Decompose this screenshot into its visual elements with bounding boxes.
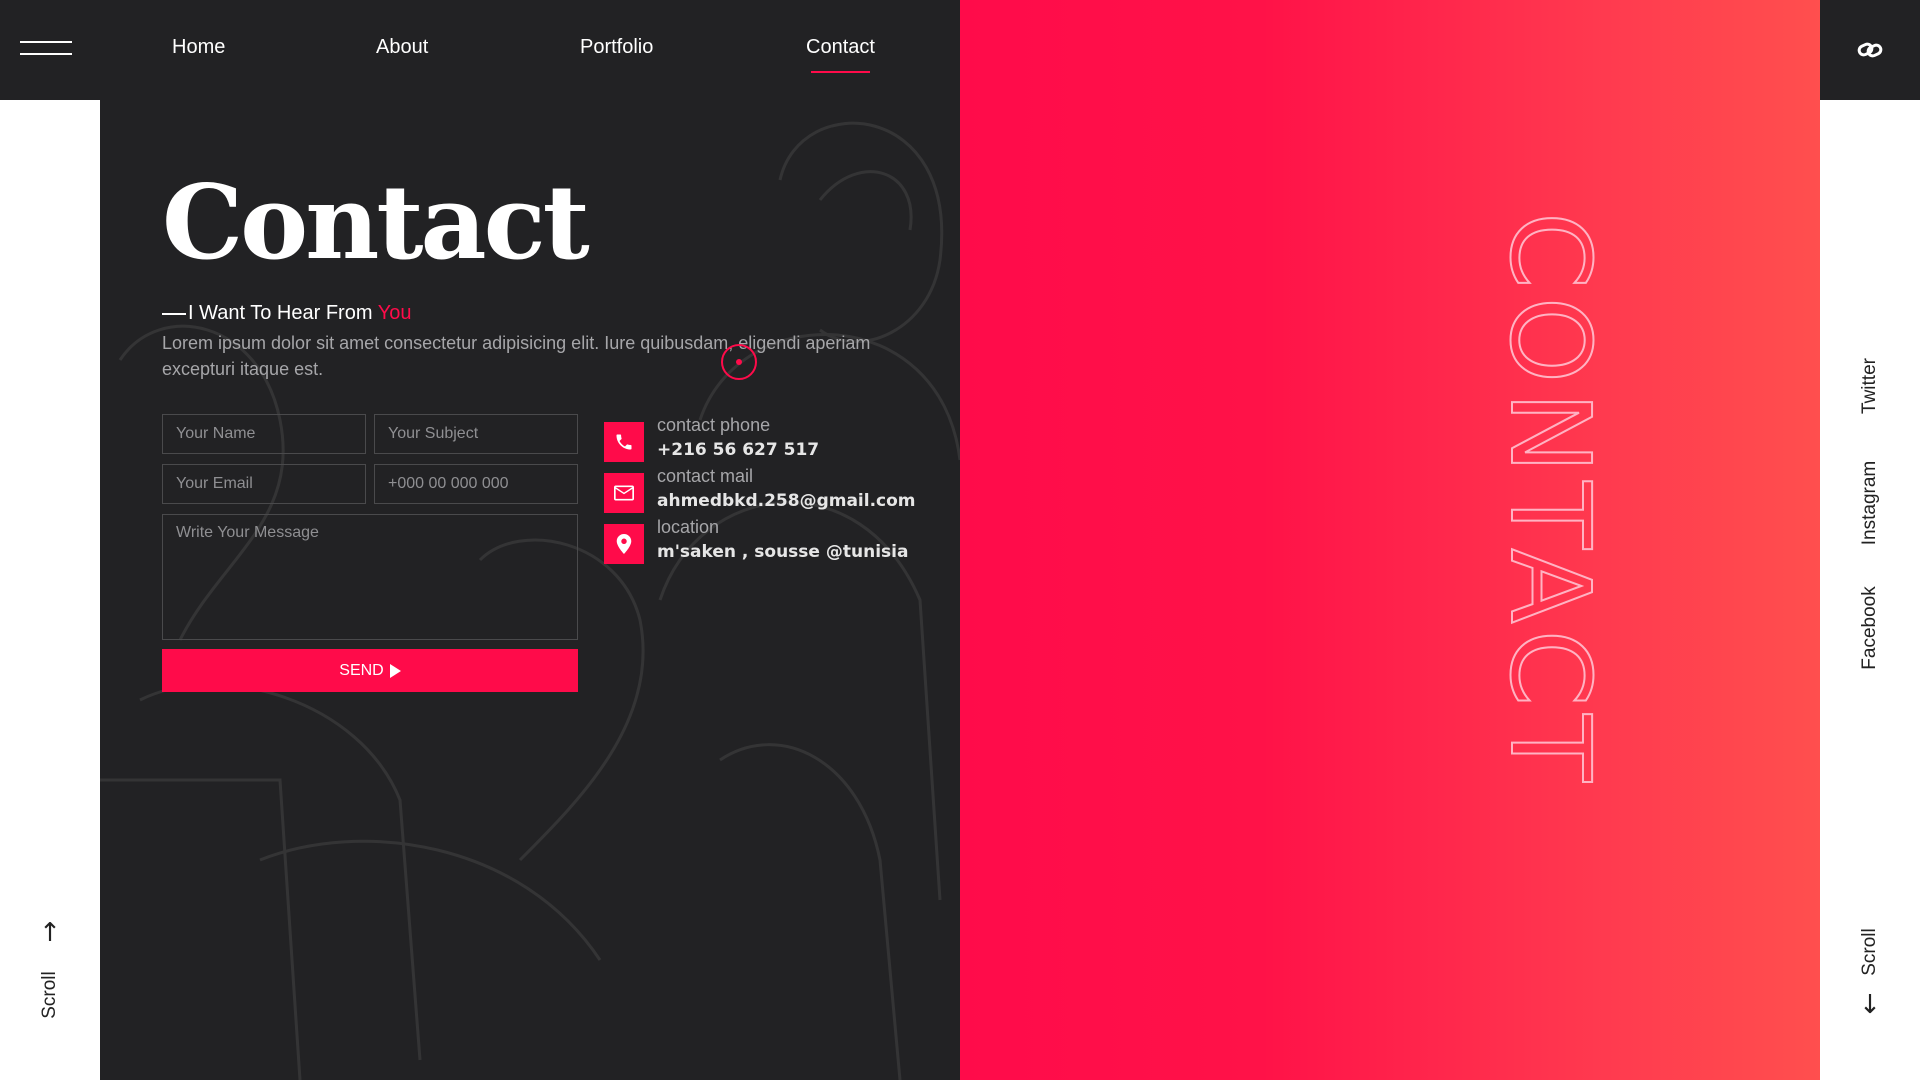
- send-button[interactable]: SEND: [162, 649, 578, 692]
- right-rail: Twitter Instagram Facebook Scroll ↓: [1820, 0, 1920, 1080]
- nav-contact[interactable]: Contact: [806, 36, 875, 73]
- subtitle-text: I Want To Hear From: [188, 302, 378, 324]
- scroll-label-right: Scroll: [1859, 928, 1880, 976]
- cursor-dot: [736, 359, 742, 365]
- subject-input[interactable]: [374, 414, 578, 454]
- send-label: SEND: [339, 661, 384, 679]
- phone-value[interactable]: +216 56 627 517: [657, 440, 819, 460]
- outline-word-svg: CONTACT: [1485, 211, 1615, 791]
- vertical-outline-word: CONTACT: [1485, 211, 1615, 862]
- left-rail: ↑ Scroll: [0, 0, 100, 1080]
- gradient-panel: CONTACT: [960, 0, 1820, 1080]
- message-textarea[interactable]: [162, 514, 578, 640]
- email-input[interactable]: [162, 464, 366, 504]
- section-subtitle: I Want To Hear From You: [162, 302, 411, 325]
- phone-input[interactable]: [374, 464, 578, 504]
- name-input[interactable]: [162, 414, 366, 454]
- mail-label: contact mail: [657, 466, 754, 486]
- location-value: m'saken , sousse @tunisia: [657, 542, 909, 562]
- subtitle-dash: [162, 312, 186, 315]
- subtitle-accent: You: [377, 302, 412, 324]
- intro-paragraph: Lorem ipsum dolor sit amet consectetur a…: [162, 333, 871, 379]
- scroll-label-left: Scroll: [39, 971, 60, 1019]
- link-icon: [1857, 42, 1883, 58]
- play-icon: [389, 663, 401, 678]
- nav-about[interactable]: About: [376, 36, 428, 59]
- menu-button[interactable]: [0, 0, 100, 100]
- top-nav: Home About Portfolio Contact: [100, 36, 960, 76]
- phone-icon: [604, 422, 644, 462]
- mail-value[interactable]: ahmedbkd.258@gmail.com: [657, 491, 916, 511]
- hamburger-menu-icon: [20, 41, 72, 55]
- scroll-up-control[interactable]: ↑ Scroll: [30, 920, 70, 1040]
- nav-portfolio[interactable]: Portfolio: [580, 36, 653, 59]
- phone-label: contact phone: [657, 415, 771, 435]
- facebook-link[interactable]: Facebook: [1859, 586, 1881, 669]
- scroll-down-control[interactable]: Scroll ↓: [1850, 920, 1890, 1040]
- twitter-link[interactable]: Twitter: [1859, 358, 1881, 414]
- outline-word-text: CONTACT: [1490, 212, 1600, 790]
- location-label: location: [657, 517, 720, 537]
- arrow-up-icon: ↑: [39, 918, 61, 948]
- contact-panel: Home About Portfolio Contact Contact I W…: [100, 0, 960, 1080]
- location-pin-icon: [604, 524, 644, 564]
- page-title: Contact: [162, 163, 590, 283]
- instagram-link[interactable]: Instagram: [1859, 461, 1881, 545]
- nav-home[interactable]: Home: [172, 36, 225, 59]
- link-button[interactable]: [1820, 0, 1920, 100]
- mail-icon: [604, 473, 644, 513]
- arrow-down-icon: ↓: [1859, 990, 1881, 1020]
